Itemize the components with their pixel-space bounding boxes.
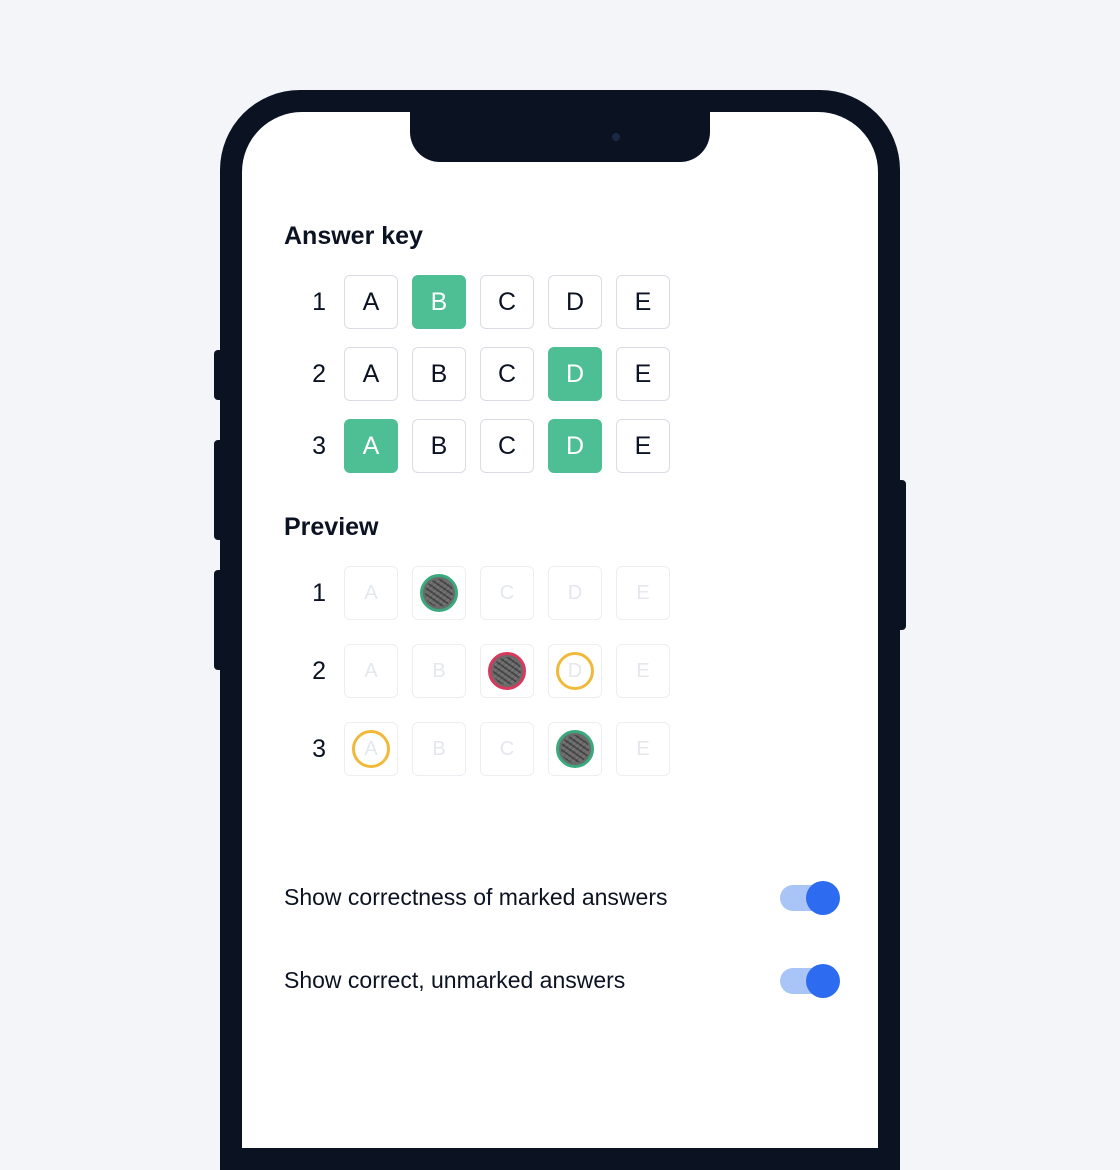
answer-key-row: 2ABCDE [304,347,836,401]
answer-option[interactable]: D [548,347,602,401]
preview-option: D [548,722,602,776]
notch [410,112,710,162]
row-number: 1 [304,579,326,608]
preview-label: B [432,738,445,761]
preview-label: E [636,738,649,761]
answer-option[interactable]: B [412,419,466,473]
answer-option[interactable]: D [548,419,602,473]
answer-option[interactable]: D [548,275,602,329]
toggle-knob-icon [806,964,840,998]
setting-row: Show correctness of marked answers [284,856,836,939]
preview-option: A [344,644,398,698]
preview-label: E [636,582,649,605]
bubble-mark-icon [556,652,594,690]
setting-toggle[interactable] [780,885,836,911]
camera-dot-icon [612,133,620,141]
bubble-mark-icon [556,730,594,768]
preview-option: C [480,644,534,698]
answer-option[interactable]: B [412,275,466,329]
preview-label: B [432,660,445,683]
preview-option: B [412,566,466,620]
preview-label: E [636,660,649,683]
answer-option[interactable]: B [412,347,466,401]
preview-option: D [548,566,602,620]
preview-option: B [412,644,466,698]
preview-row: 3A B C D E [304,722,836,776]
answer-option[interactable]: C [480,275,534,329]
row-number: 3 [304,432,326,461]
bubble-mark-icon [420,574,458,612]
preview-option: C [480,722,534,776]
row-number: 2 [304,657,326,686]
preview-grid: 1ABCDE2ABCDE3ABCDE [284,566,836,776]
phone-side-button [214,440,220,540]
preview-row: 1 A B C D E [304,566,836,620]
preview-label: C [500,738,514,761]
setting-label: Show correctness of marked answers [284,884,668,911]
phone-frame: Answer key 1ABCDE2ABCDE3ABCDE Preview 1A… [220,90,900,1170]
preview-title: Preview [284,513,836,542]
phone-side-button [214,570,220,670]
answer-key-row: 3ABCDE [304,419,836,473]
screen: Answer key 1ABCDE2ABCDE3ABCDE Preview 1A… [242,112,878,1148]
setting-label: Show correct, unmarked answers [284,967,625,994]
answer-option[interactable]: A [344,275,398,329]
answer-option[interactable]: E [616,275,670,329]
answer-key-row: 1ABCDE [304,275,836,329]
setting-row: Show correct, unmarked answers [284,939,836,1022]
answer-option[interactable]: A [344,347,398,401]
answer-option[interactable]: E [616,347,670,401]
phone-side-button [214,350,220,400]
row-number: 2 [304,360,326,389]
setting-toggle[interactable] [780,968,836,994]
row-number: 1 [304,288,326,317]
answer-key-grid: 1ABCDE2ABCDE3ABCDE [284,275,836,473]
bubble-mark-icon [488,652,526,690]
answer-option[interactable]: C [480,347,534,401]
bubble-mark-icon [352,730,390,768]
preview-label: A [364,660,377,683]
preview-option: E [616,644,670,698]
preview-option: C [480,566,534,620]
preview-label: D [568,582,582,605]
answer-option[interactable]: E [616,419,670,473]
row-number: 3 [304,735,326,764]
preview-option: A [344,722,398,776]
settings-list: Show correctness of marked answers Show c… [284,856,836,1022]
preview-option: B [412,722,466,776]
preview-label: A [364,582,377,605]
toggle-knob-icon [806,881,840,915]
preview-option: D [548,644,602,698]
preview-option: E [616,566,670,620]
preview-option: A [344,566,398,620]
preview-row: 2 A B CD E [304,644,836,698]
answer-option[interactable]: C [480,419,534,473]
answer-option[interactable]: A [344,419,398,473]
phone-side-button [900,480,906,630]
preview-label: C [500,582,514,605]
answer-key-title: Answer key [284,222,836,251]
preview-option: E [616,722,670,776]
